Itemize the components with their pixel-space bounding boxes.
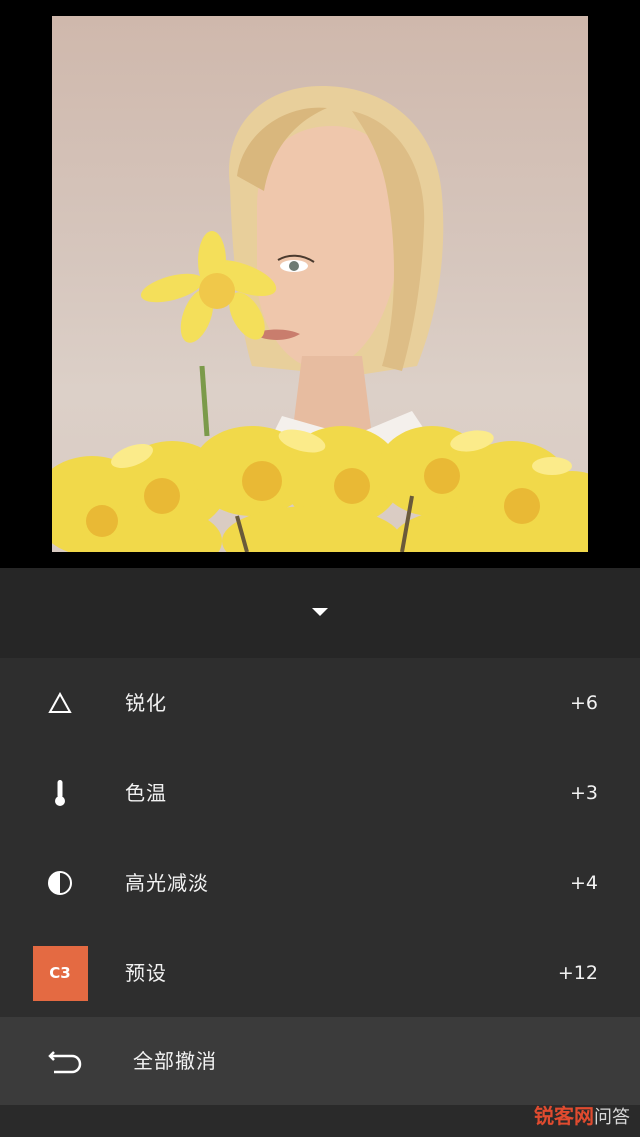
adjust-value: +12 [557,962,598,984]
collapse-panel-button[interactable] [0,568,640,658]
adjust-row-preset[interactable]: C3 预设 +12 [0,928,640,1018]
photo-preview [52,16,588,552]
photo-preview-area [0,0,640,568]
adjust-value: +6 [569,692,598,714]
thermometer-icon [32,765,88,821]
watermark-sub: 问答 [594,1107,630,1128]
adjustment-panel: 锐化 +6 色温 +3 高光减淡 +4 C3 预设 +12 全部撤消 [0,568,640,1137]
preset-badge: C3 [32,945,88,1001]
watermark: 锐客网问答 [534,1100,630,1129]
adjust-value: +4 [569,872,598,894]
half-circle-icon [32,855,88,911]
watermark-brand: 锐客网 [534,1104,594,1128]
preset-badge-container: C3 [32,945,88,1001]
adjust-label: 锐化 [125,691,167,715]
adjust-row-sharpen[interactable]: 锐化 +6 [0,658,640,748]
undo-icon [40,1039,88,1083]
chevron-down-icon [312,608,328,616]
undo-all-button[interactable]: 全部撤消 [0,1017,640,1105]
adjust-value: +3 [569,782,598,804]
triangle-icon [32,675,88,731]
adjust-row-temperature[interactable]: 色温 +3 [0,748,640,838]
adjust-row-highlights[interactable]: 高光减淡 +4 [0,838,640,928]
adjust-label: 色温 [125,781,167,805]
adjust-label: 预设 [125,961,167,985]
adjust-label: 高光减淡 [125,871,209,895]
undo-all-label: 全部撤消 [133,1049,217,1073]
